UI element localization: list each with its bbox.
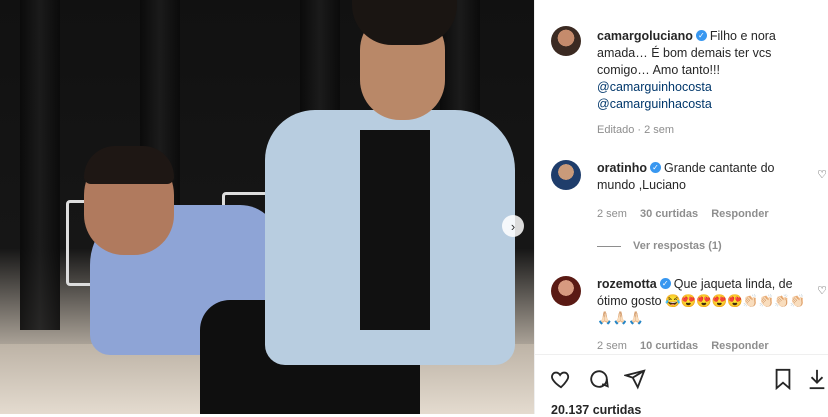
bookmark-icon[interactable] bbox=[771, 367, 795, 391]
heart-icon[interactable] bbox=[549, 367, 573, 391]
comment-likes[interactable]: 10 curtidas bbox=[640, 340, 698, 352]
download-icon[interactable] bbox=[805, 367, 828, 391]
verified-badge-icon: ✓ bbox=[659, 278, 671, 290]
view-replies-label: Ver respostas (1) bbox=[633, 240, 722, 252]
comment-username[interactable]: rozemotta bbox=[597, 277, 657, 291]
comment-icon[interactable] bbox=[587, 367, 611, 391]
verified-badge-icon: ✓ bbox=[695, 30, 707, 42]
comment-text: oratinho ✓ Grande cantante do mundo ,Lucia… bbox=[597, 160, 807, 194]
verified-badge-icon: ✓ bbox=[650, 162, 661, 174]
avatar[interactable] bbox=[551, 26, 581, 56]
curtain-fold bbox=[20, 0, 60, 330]
view-replies-button[interactable]: Ver respostas (1) bbox=[597, 240, 722, 252]
comment-time: 2 sem bbox=[597, 340, 627, 352]
comment-meta: 2 sem 10 curtidas Responder bbox=[597, 340, 779, 352]
chevron-right-icon[interactable]: › bbox=[502, 215, 524, 237]
reply-button[interactable]: Responder bbox=[711, 208, 768, 220]
comment-meta: 2 sem 30 curtidas Responder bbox=[597, 208, 779, 220]
like-comment-heart-icon[interactable]: ♡ bbox=[817, 168, 827, 181]
divider bbox=[597, 245, 621, 247]
comment-time: 2 sem bbox=[597, 208, 627, 220]
comment-username[interactable]: oratinho bbox=[597, 161, 647, 175]
mention-link[interactable]: @camarguinhocosta bbox=[597, 79, 807, 96]
person-right-shirt bbox=[360, 130, 430, 330]
post-actions: 20.137 curtidas bbox=[535, 354, 828, 417]
person-left-hair bbox=[84, 146, 174, 184]
post-likes-count[interactable]: 20.137 curtidas bbox=[551, 403, 641, 417]
like-comment-heart-icon[interactable]: ♡ bbox=[817, 284, 827, 297]
share-icon[interactable] bbox=[623, 367, 647, 391]
comment-likes[interactable]: 30 curtidas bbox=[640, 208, 698, 220]
comment-text: rozemotta ✓ Que jaqueta linda, de ótimo go… bbox=[597, 276, 807, 327]
comment-body-continued: 🙏🏻🙏🏻🙏🏻 bbox=[597, 311, 644, 325]
reply-button[interactable]: Responder bbox=[711, 340, 768, 352]
comments-scroll[interactable]: camargoluciano ✓ Filho e nora amada… É bom… bbox=[535, 0, 828, 354]
caption-username[interactable]: camargoluciano bbox=[597, 29, 693, 43]
post-photo[interactable]: › bbox=[0, 0, 534, 414]
caption-meta: Editado · 2 sem bbox=[597, 124, 675, 136]
avatar[interactable] bbox=[551, 160, 581, 190]
mention-link[interactable]: @camarguinhacosta bbox=[597, 96, 807, 113]
comments-panel: camargoluciano ✓ Filho e nora amada… É bom… bbox=[534, 0, 828, 417]
avatar[interactable] bbox=[551, 276, 581, 306]
caption-text: camargoluciano ✓ Filho e nora amada… É bom… bbox=[597, 28, 807, 113]
